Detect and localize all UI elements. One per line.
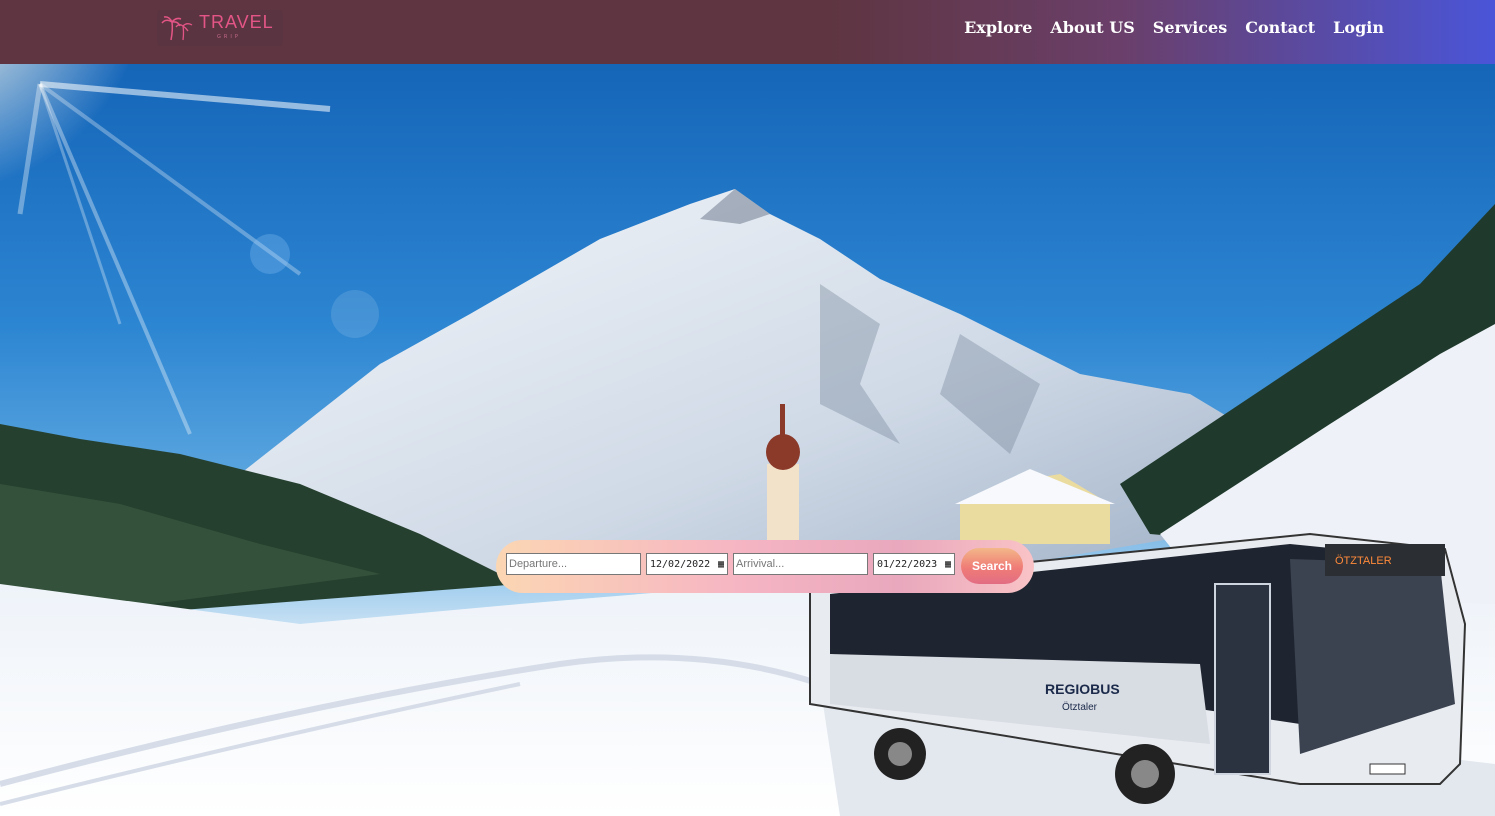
departure-date-value: 12/02/2022 bbox=[650, 558, 711, 570]
search-button[interactable]: Search bbox=[961, 548, 1023, 584]
calendar-icon[interactable]: ▦ bbox=[718, 559, 724, 570]
nav-explore[interactable]: Explore bbox=[964, 18, 1032, 37]
top-navbar: TRAVEL GRIP Explore About US Services Co… bbox=[0, 0, 1495, 64]
nav-services[interactable]: Services bbox=[1153, 18, 1227, 37]
arrival-date-value: 01/22/2023 bbox=[877, 558, 938, 570]
brand-logo[interactable]: TRAVEL GRIP bbox=[157, 10, 283, 46]
logo-text: TRAVEL bbox=[199, 12, 274, 32]
hero-background-image: ÖTZTALER REGIOBUS Ötztaler 12/02/2022 ▦ … bbox=[0, 64, 1495, 816]
arrival-input[interactable] bbox=[733, 553, 868, 575]
departure-input[interactable] bbox=[506, 553, 641, 575]
calendar-icon[interactable]: ▦ bbox=[945, 559, 951, 570]
nav-about[interactable]: About US bbox=[1050, 18, 1134, 37]
bus-brand-text: REGIOBUS bbox=[1045, 681, 1120, 697]
svg-text:Ötztaler: Ötztaler bbox=[1062, 701, 1098, 713]
arrival-date-input[interactable]: 01/22/2023 ▦ bbox=[873, 553, 955, 575]
trip-search-bar: 12/02/2022 ▦ 01/22/2023 ▦ Search bbox=[496, 540, 1034, 593]
palm-tree-icon bbox=[161, 16, 193, 41]
departure-date-input[interactable]: 12/02/2022 ▦ bbox=[646, 553, 728, 575]
nav-login[interactable]: Login bbox=[1333, 18, 1384, 37]
church-tower bbox=[767, 464, 799, 544]
svg-text:ÖTZTALER: ÖTZTALER bbox=[1335, 555, 1392, 567]
hero-scene: ÖTZTALER REGIOBUS Ötztaler bbox=[0, 64, 1495, 816]
nav-links: Explore About US Services Contact Login bbox=[964, 18, 1384, 37]
nav-contact[interactable]: Contact bbox=[1245, 18, 1315, 37]
logo-subtext: GRIP bbox=[217, 34, 241, 40]
